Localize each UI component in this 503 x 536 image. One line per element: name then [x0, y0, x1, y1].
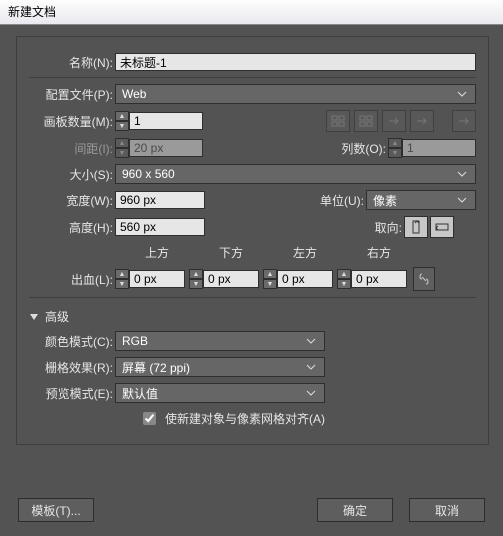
- chevron-down-icon: [457, 197, 473, 203]
- raster-value: 屏幕 (72 ppi): [122, 359, 190, 376]
- row-align: 使新建对象与像素网格对齐(A): [139, 409, 476, 428]
- align-label: 使新建对象与像素网格对齐(A): [165, 410, 325, 427]
- artboards-stepper[interactable]: ▲▼: [115, 111, 129, 131]
- row-height-orient: 高度(H): 取向:: [29, 216, 476, 238]
- width-input[interactable]: [115, 191, 205, 209]
- row-preview: 预览模式(E): 默认值: [29, 383, 476, 403]
- colormode-select[interactable]: RGB: [115, 331, 325, 351]
- layout-single-right-icon: [452, 110, 476, 132]
- settings-panel: 名称(N): 配置文件(P): Web 画板数量(M): ▲▼ 间距(I): ▲…: [16, 36, 489, 445]
- dialog-title: 新建文档: [8, 5, 56, 19]
- advanced-label: 高级: [45, 308, 69, 325]
- chevron-down-icon: [306, 390, 322, 396]
- artboards-input[interactable]: [129, 112, 203, 130]
- layout-row-down-icon: [410, 110, 434, 132]
- bleed-right-label: 右方: [367, 244, 441, 261]
- row-profile: 配置文件(P): Web: [29, 84, 476, 104]
- colormode-value: RGB: [122, 334, 148, 348]
- bleed-left-stepper[interactable]: ▲▼: [263, 269, 277, 289]
- chevron-down-icon: [457, 171, 473, 177]
- bleed-right-stepper[interactable]: ▲▼: [337, 269, 351, 289]
- spacing-label: 间距(I):: [29, 140, 115, 157]
- chevron-down-icon: [306, 338, 322, 344]
- size-select[interactable]: 960 x 560: [115, 164, 476, 184]
- bleed-bottom-input[interactable]: [203, 270, 259, 288]
- layout-grid-n-icon: [354, 110, 378, 132]
- preview-label: 预览模式(E):: [29, 385, 115, 402]
- separator: [29, 297, 476, 298]
- row-width-units: 宽度(W): 单位(U): 像素: [29, 190, 476, 210]
- bleed-column-labels: 上方 下方 左方 右方: [145, 244, 476, 261]
- chevron-down-icon: [457, 91, 473, 97]
- size-value: 960 x 560: [122, 167, 175, 181]
- row-size: 大小(S): 960 x 560: [29, 164, 476, 184]
- units-value: 像素: [373, 192, 397, 209]
- columns-label: 列数(O):: [322, 140, 388, 157]
- row-colormode: 颜色模式(C): RGB: [29, 331, 476, 351]
- height-input[interactable]: [115, 218, 205, 236]
- size-label: 大小(S):: [29, 166, 115, 183]
- bleed-bottom-label: 下方: [219, 244, 293, 261]
- preview-select[interactable]: 默认值: [115, 383, 325, 403]
- bleed-top-input[interactable]: [129, 270, 185, 288]
- raster-select[interactable]: 屏幕 (72 ppi): [115, 357, 325, 377]
- orientation-portrait-button[interactable]: [404, 216, 428, 238]
- row-bleed: 出血(L): ▲▼ ▲▼ ▲▼ ▲▼: [29, 267, 476, 291]
- layout-grid-z-icon: [326, 110, 350, 132]
- cancel-button[interactable]: 取消: [409, 498, 485, 522]
- row-raster: 栅格效果(R): 屏幕 (72 ppi): [29, 357, 476, 377]
- preview-value: 默认值: [122, 385, 158, 402]
- row-name: 名称(N):: [29, 53, 476, 71]
- bleed-right-input[interactable]: [351, 270, 407, 288]
- chevron-down-icon: [306, 364, 322, 370]
- units-select[interactable]: 像素: [366, 190, 476, 210]
- name-input[interactable]: [115, 53, 476, 71]
- layout-row-right-icon: [382, 110, 406, 132]
- bleed-label: 出血(L):: [29, 271, 115, 288]
- profile-select[interactable]: Web: [115, 84, 476, 104]
- bleed-inputs: ▲▼ ▲▼ ▲▼ ▲▼: [115, 267, 435, 291]
- template-button[interactable]: 模板(T)...: [18, 498, 94, 522]
- advanced-disclosure[interactable]: 高级: [29, 308, 476, 325]
- row-artboards: 画板数量(M): ▲▼: [29, 110, 476, 132]
- bleed-left-label: 左方: [293, 244, 367, 261]
- units-label: 单位(U):: [300, 192, 366, 209]
- row-spacing-columns: 间距(I): ▲▼ 列数(O): ▲▼: [29, 138, 476, 158]
- columns-stepper: ▲▼: [388, 138, 402, 158]
- name-label: 名称(N):: [29, 54, 115, 71]
- bleed-link-button[interactable]: [413, 267, 435, 291]
- artboards-label: 画板数量(M):: [29, 113, 115, 130]
- button-bar: 模板(T)... 确定 取消: [18, 498, 485, 522]
- separator: [29, 77, 476, 78]
- orientation-landscape-button[interactable]: [430, 216, 454, 238]
- bleed-top-label: 上方: [145, 244, 219, 261]
- colormode-label: 颜色模式(C):: [29, 333, 115, 350]
- columns-input: [402, 139, 476, 157]
- orientation-label: 取向:: [358, 219, 404, 236]
- raster-label: 栅格效果(R):: [29, 359, 115, 376]
- profile-label: 配置文件(P):: [29, 86, 115, 103]
- bleed-top-stepper[interactable]: ▲▼: [115, 269, 129, 289]
- spacing-input: [129, 139, 203, 157]
- ok-button[interactable]: 确定: [317, 498, 393, 522]
- bleed-left-input[interactable]: [277, 270, 333, 288]
- height-label: 高度(H):: [29, 219, 115, 236]
- align-checkbox[interactable]: [143, 412, 156, 425]
- spacing-stepper: ▲▼: [115, 138, 129, 158]
- title-bar: 新建文档: [0, 0, 503, 25]
- width-label: 宽度(W):: [29, 192, 115, 209]
- profile-value: Web: [122, 87, 146, 101]
- disclosure-triangle-icon: [29, 312, 39, 322]
- bleed-bottom-stepper[interactable]: ▲▼: [189, 269, 203, 289]
